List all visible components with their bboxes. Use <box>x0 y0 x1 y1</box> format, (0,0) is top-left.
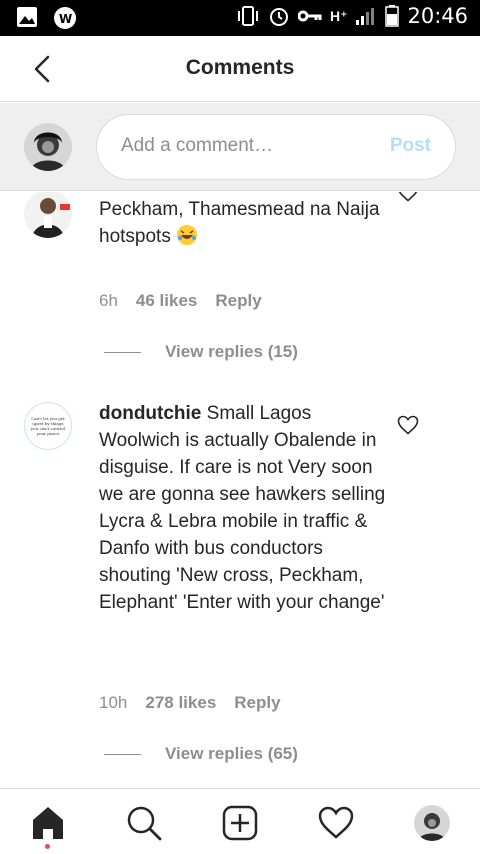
vibrate-icon <box>237 6 258 26</box>
comment-username[interactable]: dondutchie <box>99 403 201 424</box>
alarm-icon <box>269 8 288 26</box>
reply-button[interactable]: Reply <box>215 291 261 311</box>
comment-composer: Post <box>0 103 480 191</box>
clock: 20:46 <box>407 4 468 28</box>
gallery-notification-icon <box>17 7 37 27</box>
post-button[interactable]: Post <box>390 135 431 157</box>
view-replies-label: View replies (15) <box>165 342 298 361</box>
like-heart-icon[interactable] <box>397 415 419 435</box>
avatar <box>24 123 72 171</box>
view-replies-label: View replies (65) <box>165 744 298 763</box>
comment-text: dondutchie Small Lagos Woolwich is actua… <box>99 400 389 616</box>
app-notification-icon: W <box>54 7 77 29</box>
comment-time: 6h <box>99 291 118 310</box>
comments-list: daddyfreeze Woolwich, Peckham, Thamesmea… <box>0 192 480 788</box>
battery-icon <box>385 5 400 27</box>
replies-divider <box>104 351 141 353</box>
comment-text: daddyfreeze Woolwich, Peckham, Thamesmea… <box>99 192 389 250</box>
reply-button[interactable]: Reply <box>234 693 280 713</box>
comment-likes[interactable]: 278 likes <box>145 693 216 713</box>
comment-item: Can't let you get upset by things you ca… <box>0 400 480 780</box>
comment-body: Small Lagos Woolwich is actually Obalend… <box>99 403 386 613</box>
laughing-emoji-icon <box>176 225 198 247</box>
view-replies-button[interactable]: View replies (65) <box>104 744 298 764</box>
vpn-key-icon <box>297 10 322 22</box>
header: Comments <box>0 36 480 102</box>
svg-text:W: W <box>59 12 72 26</box>
view-replies-button[interactable]: View replies (15) <box>104 342 298 362</box>
add-post-icon[interactable] <box>222 805 258 841</box>
status-bar: W H⁺ 20:46 <box>0 0 480 36</box>
comment-body: Woolwich, Peckham, Thamesmead na Naija h… <box>99 192 380 247</box>
comment-meta: 10h 278 likes Reply <box>99 693 281 713</box>
comment-item: daddyfreeze Woolwich, Peckham, Thamesmea… <box>0 192 480 372</box>
network-type: H⁺ <box>329 7 348 24</box>
notification-dot <box>45 844 50 849</box>
like-heart-icon[interactable] <box>397 192 419 202</box>
avatar-text: Can't let you get upset by things you ca… <box>30 416 66 436</box>
comment-input[interactable] <box>121 135 371 157</box>
avatar[interactable]: Can't let you get upset by things you ca… <box>24 402 72 450</box>
comment-input-box: Post <box>96 114 456 180</box>
profile-avatar[interactable] <box>414 805 450 841</box>
comment-username[interactable]: daddyfreeze <box>99 192 210 193</box>
bottom-nav <box>0 788 480 854</box>
replies-divider <box>104 753 141 755</box>
home-icon[interactable] <box>30 805 66 841</box>
avatar[interactable] <box>24 192 72 238</box>
search-icon[interactable] <box>126 805 162 841</box>
signal-icon <box>356 8 375 25</box>
activity-heart-icon[interactable] <box>318 805 354 841</box>
page-title: Comments <box>185 56 295 79</box>
comment-meta: 6h 46 likes Reply <box>99 291 262 311</box>
comment-time: 10h <box>99 693 128 712</box>
comment-likes[interactable]: 46 likes <box>136 291 197 311</box>
